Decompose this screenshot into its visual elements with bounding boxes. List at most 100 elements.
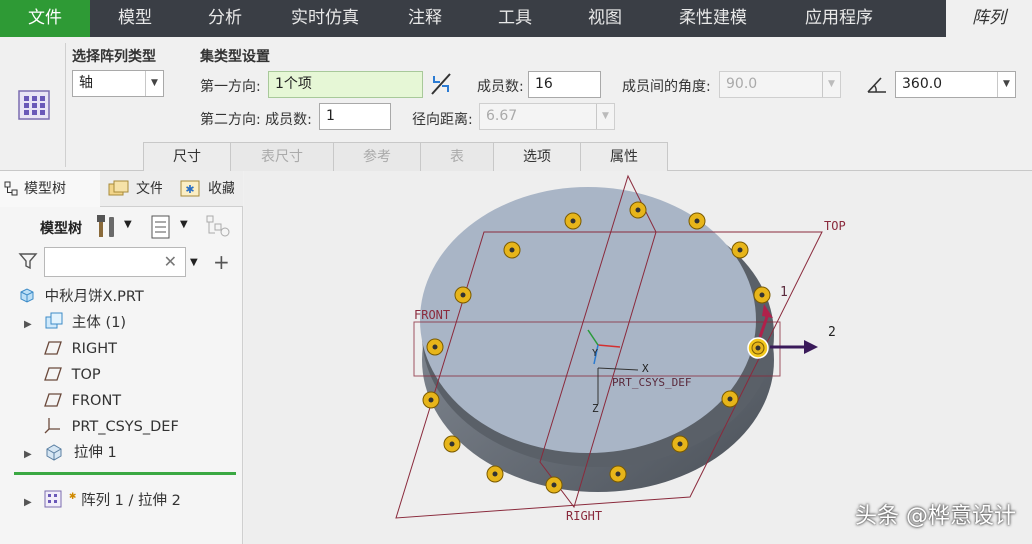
- expand-icon[interactable]: ▶: [24, 449, 32, 460]
- axis-label-z: Z: [592, 402, 599, 415]
- menu-tools[interactable]: 工具: [470, 0, 560, 37]
- tab-model-tree[interactable]: 模型树: [0, 171, 100, 207]
- tab-dimensions[interactable]: 尺寸: [143, 142, 231, 171]
- favorites-icon: ✱: [180, 180, 200, 197]
- tree-item-label: 阵列 1 / 拉伸 2: [81, 493, 181, 509]
- chevron-down-icon[interactable]: ▼: [997, 72, 1015, 97]
- pattern-icon: [44, 490, 62, 508]
- tab-folder-browser[interactable]: 文件: [104, 171, 162, 207]
- member-angle-label: 成员间的角度:: [622, 79, 711, 95]
- tree-item-front-plane[interactable]: FRONT: [44, 388, 121, 414]
- pattern-member-dot-selected: [747, 337, 769, 359]
- member-count-input[interactable]: 16: [528, 71, 601, 98]
- menu-flexible-modeling[interactable]: 柔性建模: [650, 0, 776, 37]
- pattern-member-dot: [426, 338, 444, 356]
- pattern-member-dot: [671, 435, 689, 453]
- tree-item-right-plane[interactable]: RIGHT: [44, 336, 117, 362]
- pattern-member-dot: [545, 476, 563, 494]
- tree-item-label: 主体 (1): [71, 315, 127, 331]
- radial-distance-value: 6.67: [486, 108, 518, 124]
- ribbon-tabs: 尺寸 表尺寸 参考 表 选项 属性: [143, 142, 668, 171]
- folder-icon: [108, 180, 129, 196]
- pattern-member-dot: [454, 286, 472, 304]
- extrude-icon: [46, 444, 62, 461]
- tab-table: 表: [420, 142, 494, 171]
- part-icon: [20, 288, 34, 303]
- tree-search-input[interactable]: ✕: [44, 247, 186, 277]
- tree-item-body[interactable]: ▶ 主体 (1): [24, 310, 126, 336]
- expand-icon[interactable]: ▶: [24, 319, 32, 330]
- plane-icon: [44, 393, 62, 407]
- menu-annotate[interactable]: 注释: [380, 0, 470, 37]
- pattern-type-select[interactable]: 轴 ▼: [72, 70, 164, 97]
- tree-item-pattern[interactable]: ▶ ✱ 阵列 1 / 拉伸 2: [24, 484, 181, 510]
- tree-item-csys[interactable]: PRT_CSYS_DEF: [44, 414, 179, 440]
- dir1-reference-collector[interactable]: 1个项: [268, 71, 423, 98]
- tab-table-dimensions: 表尺寸: [230, 142, 334, 171]
- new-feature-star-icon: ✱: [68, 492, 77, 502]
- tree-filter-display-icon: [206, 215, 230, 237]
- member-angle-value: 90.0: [726, 76, 758, 92]
- pattern-member-dot: [486, 465, 504, 483]
- add-filter-icon[interactable]: +: [213, 250, 230, 274]
- radial-distance-input: 6.67 ▼: [479, 103, 615, 130]
- model-canvas[interactable]: TOP FRONT RIGHT X Y Z PRT_CSYS_DEF 1 2: [244, 171, 1032, 544]
- expand-icon[interactable]: ▶: [24, 497, 32, 508]
- tab-favorites[interactable]: ✱ 收藏: [176, 171, 234, 207]
- model-tree-toolbar: 模型树 ▼ ▼: [0, 213, 243, 243]
- pattern-member-dot: [721, 390, 739, 408]
- tab-options[interactable]: 选项: [493, 142, 581, 171]
- menu-pattern[interactable]: 阵列: [946, 0, 1032, 37]
- flip-direction-icon[interactable]: [430, 72, 452, 96]
- menu-analysis[interactable]: 分析: [180, 0, 270, 37]
- body-icon: [45, 312, 63, 329]
- menu-file[interactable]: 文件: [0, 0, 90, 37]
- pattern-member-dot: [731, 241, 749, 259]
- tree-item-label: PRT_CSYS_DEF: [71, 419, 179, 435]
- menu-view[interactable]: 视图: [560, 0, 650, 37]
- set-type-label: 集类型设置: [200, 49, 270, 65]
- tree-item-top-plane[interactable]: TOP: [44, 362, 101, 388]
- pattern-member-dot: [564, 212, 582, 230]
- pattern-member-dot: [422, 391, 440, 409]
- total-angle-value: 360.0: [902, 76, 943, 92]
- chevron-down-icon[interactable]: ▼: [190, 257, 198, 268]
- menu-applications[interactable]: 应用程序: [776, 0, 902, 37]
- clear-search-icon[interactable]: ✕: [164, 252, 177, 271]
- direction-1-label: 1: [780, 285, 788, 300]
- total-angle-input[interactable]: 360.0 ▼: [895, 71, 1016, 98]
- chevron-down-icon[interactable]: ▼: [145, 71, 163, 96]
- menu-model[interactable]: 模型: [90, 0, 180, 37]
- tree-item-label: 中秋月饼X.PRT: [44, 289, 144, 305]
- plane-icon: [44, 341, 62, 355]
- ribbon-menubar: 文件 模型 分析 实时仿真 注释 工具 视图 柔性建模 应用程序 阵列: [0, 0, 1032, 37]
- tree-item-label: 拉伸 1: [73, 445, 117, 461]
- filter-icon[interactable]: [18, 251, 38, 271]
- tree-settings-icon[interactable]: [96, 213, 120, 239]
- menu-realtime-sim[interactable]: 实时仿真: [270, 0, 380, 37]
- graphics-viewport[interactable]: TOP FRONT RIGHT X Y Z PRT_CSYS_DEF 1 2 头…: [244, 171, 1032, 544]
- member-count-label: 成员数:: [477, 79, 524, 95]
- pattern-ribbon: 选择阵列类型 轴 ▼ 集类型设置 第一方向: 1个项 成员数: 16 成员间的角…: [0, 37, 1032, 171]
- tree-item-label: FRONT: [71, 393, 122, 409]
- dir2-label: 第二方向: 成员数:: [200, 112, 312, 128]
- csys-label: PRT_CSYS_DEF: [612, 376, 691, 389]
- watermark-text: 头条 @桦意设计: [855, 504, 1016, 529]
- plane-icon: [44, 367, 62, 381]
- show-columns-icon[interactable]: [150, 214, 172, 240]
- pattern-member-dot: [753, 286, 771, 304]
- dir2-count-input[interactable]: 1: [319, 103, 391, 130]
- tree-item-extrude-1[interactable]: ▶ 拉伸 1: [24, 440, 117, 466]
- ribbon-separator: [65, 43, 66, 167]
- plane-label-right: RIGHT: [566, 509, 602, 523]
- member-angle-input: 90.0 ▼: [719, 71, 841, 98]
- chevron-down-icon[interactable]: ▼: [180, 219, 188, 230]
- pattern-type-label: 选择阵列类型: [72, 49, 156, 65]
- navigator-tabs: 模型树 文件 ✱ 收藏: [0, 171, 243, 207]
- pattern-member-dot: [688, 212, 706, 230]
- chevron-down-icon[interactable]: ▼: [124, 219, 132, 230]
- tab-properties[interactable]: 属性: [580, 142, 668, 171]
- pattern-type-value: 轴: [79, 75, 93, 91]
- pattern-type-icon[interactable]: [15, 85, 55, 125]
- tree-item-part[interactable]: 中秋月饼X.PRT: [18, 284, 144, 310]
